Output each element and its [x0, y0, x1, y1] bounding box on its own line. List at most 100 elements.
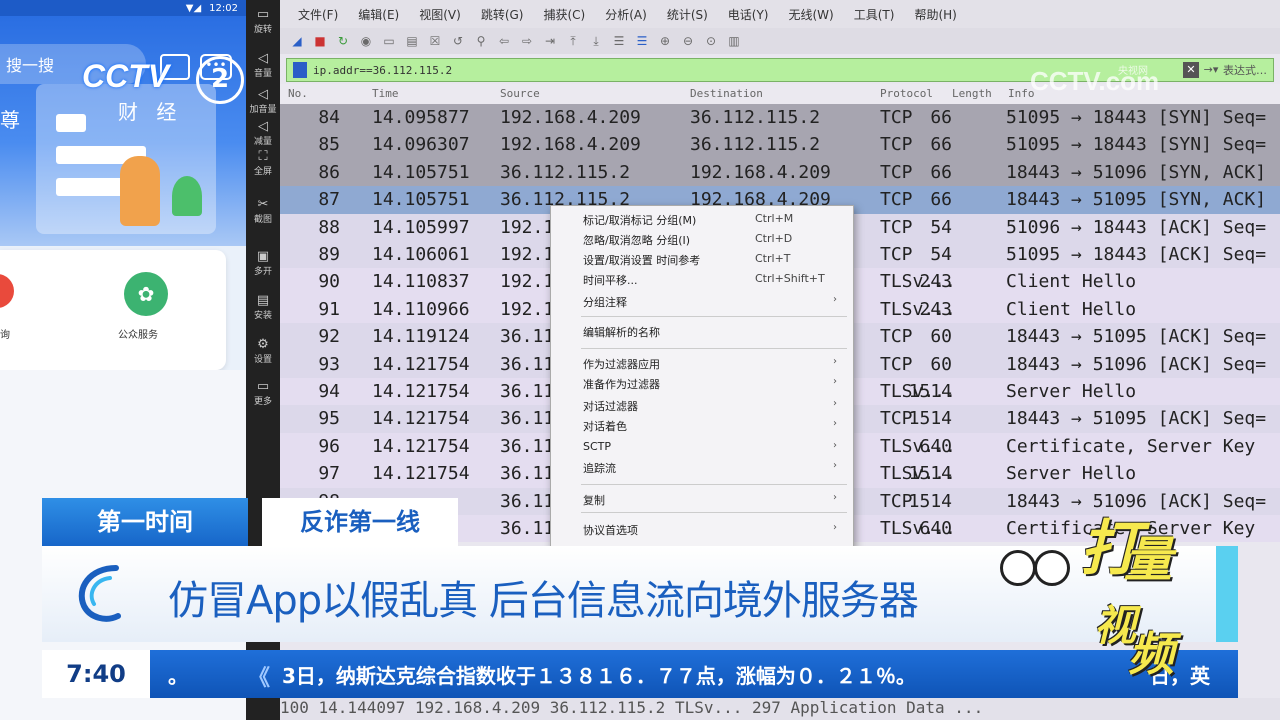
side-btn-5[interactable]: ✂ 截图: [248, 198, 278, 226]
install-icon: ▤: [256, 293, 270, 308]
resize-columns-icon[interactable]: ▥: [727, 34, 741, 48]
restart-icon[interactable]: ↻: [336, 34, 350, 48]
context-menu-shortcut: Ctrl+Shift+T: [755, 272, 825, 285]
context-menu-item[interactable]: 复制: [583, 492, 605, 508]
zoom-in-icon[interactable]: ⊕: [658, 34, 672, 48]
cell-no: 93: [318, 353, 340, 375]
cell-length: 60: [930, 353, 952, 375]
menu-bar: 文件(F) 编辑(E) 视图(V) 跳转(G) 捕获(C) 分析(A) 统计(S…: [280, 0, 1280, 28]
context-menu-item[interactable]: 时间平移...: [583, 272, 638, 288]
context-menu-item[interactable]: 设置/取消设置 时间参考: [583, 252, 700, 268]
last-icon[interactable]: ⤓: [589, 34, 603, 48]
side-btn-3[interactable]: ◁ 减量: [248, 120, 278, 148]
close-file-icon[interactable]: ☒: [428, 34, 442, 48]
menu-statistics[interactable]: 统计(S): [657, 6, 718, 23]
cell-no: 91: [318, 298, 340, 320]
banner-shape: [56, 114, 86, 132]
open-icon[interactable]: ▭: [382, 34, 396, 48]
col-protocol[interactable]: Protocol: [880, 87, 933, 100]
context-menu-item[interactable]: 编辑解析的名称: [583, 324, 660, 340]
menu-view[interactable]: 视图(V): [409, 6, 471, 23]
search-label: 搜一搜: [6, 56, 55, 75]
cell-time: 14.119124: [372, 326, 470, 348]
context-menu-item[interactable]: 标记/取消标记 分组(M): [583, 212, 696, 228]
forward-icon[interactable]: ⇨: [520, 34, 534, 48]
plant-illustration: [172, 176, 202, 216]
apply-filter-icon[interactable]: →▾: [1203, 62, 1219, 78]
colorize-icon[interactable]: ☰: [635, 34, 649, 48]
menu-edit[interactable]: 编辑(E): [348, 6, 409, 23]
col-no[interactable]: No.: [288, 87, 308, 100]
menu-wireless[interactable]: 无线(W): [779, 6, 844, 23]
context-menu-item[interactable]: 对话过滤器: [583, 398, 638, 414]
stop-icon[interactable]: ■: [313, 34, 327, 48]
submenu-arrow-icon: ›: [833, 522, 837, 533]
expression-button[interactable]: 表达式…: [1223, 62, 1267, 78]
side-btn-4[interactable]: ⛶ 全屏: [248, 150, 278, 178]
find-icon[interactable]: ⚲: [474, 34, 488, 48]
menu-tools[interactable]: 工具(T): [844, 6, 905, 23]
back-icon[interactable]: ⇦: [497, 34, 511, 48]
context-menu-item[interactable]: 追踪流: [583, 460, 616, 476]
side-btn-2[interactable]: ◁ 加音量: [248, 88, 278, 116]
zoom-out-icon[interactable]: ⊖: [681, 34, 695, 48]
clear-filter-icon[interactable]: ✕: [1183, 62, 1199, 78]
side-btn-9[interactable]: ▭ 更多: [248, 380, 278, 408]
autoscroll-icon[interactable]: ☰: [612, 34, 626, 48]
cell-source: 192.1: [500, 216, 555, 238]
side-btn-8[interactable]: ⚙ 设置: [248, 338, 278, 366]
scissors-icon: ✂: [257, 197, 269, 212]
options-icon[interactable]: ◉: [359, 34, 373, 48]
menu-help[interactable]: 帮助(H): [904, 6, 966, 23]
context-menu-item[interactable]: SCTP: [583, 440, 611, 453]
goto-icon[interactable]: ⇥: [543, 34, 557, 48]
menu-capture[interactable]: 捕获(C): [533, 6, 595, 23]
phone-status-bar: ▼◢ 12:02: [0, 0, 246, 16]
save-icon[interactable]: ▤: [405, 34, 419, 48]
cell-no: 88: [318, 216, 340, 238]
context-menu-item[interactable]: 对话着色: [583, 418, 627, 434]
context-menu-item[interactable]: 分组注释: [583, 294, 627, 310]
volume-down-icon: ◁: [258, 119, 268, 134]
packet-row[interactable]: 85 14.096307 192.168.4.209 36.112.115.2 TCP 6…: [280, 131, 1280, 159]
shark-fin-icon[interactable]: ◢: [290, 34, 304, 48]
cell-time: 14.095877: [372, 107, 470, 128]
col-length[interactable]: Length: [952, 87, 992, 100]
cell-info: 51096 → 18443 [ACK] Seq=: [1006, 216, 1267, 238]
side-btn-1[interactable]: ◁ 音量: [248, 52, 278, 80]
multi-open-icon: ▣: [256, 249, 270, 264]
col-source[interactable]: Source: [500, 87, 540, 100]
context-menu-item[interactable]: 作为过滤器应用: [583, 356, 660, 372]
side-btn-0[interactable]: ▭ 旋转: [248, 8, 278, 36]
menu-file[interactable]: 文件(F): [288, 6, 348, 23]
menu-analyze[interactable]: 分析(A): [595, 6, 657, 23]
fullscreen-icon: ⛶: [258, 149, 268, 164]
packet-row[interactable]: 86 14.105751 36.112.115.2 192.168.4.209 TCP 6…: [280, 158, 1280, 187]
cell-length: 66: [930, 134, 952, 156]
menu-telephony[interactable]: 电话(Y): [718, 6, 779, 23]
first-icon[interactable]: ⤒: [566, 34, 580, 48]
col-destination[interactable]: Destination: [690, 87, 763, 100]
context-menu-item[interactable]: 协议首选项: [583, 522, 638, 538]
menu-separator: [581, 348, 847, 349]
broadcast-clock: 7:40: [42, 650, 150, 698]
reload-icon[interactable]: ↺: [451, 34, 465, 48]
side-label: 安装: [253, 311, 272, 321]
side-btn-7[interactable]: ▤ 安装: [248, 294, 278, 322]
col-time[interactable]: Time: [372, 87, 399, 100]
cell-time: 14.121754: [372, 353, 470, 375]
side-btn-6[interactable]: ▣ 多开: [248, 250, 278, 278]
service-icon-red[interactable]: [0, 274, 14, 308]
cell-length: 54: [930, 216, 952, 238]
public-service-icon[interactable]: ✿: [124, 272, 168, 316]
menu-go[interactable]: 跳转(G): [471, 6, 534, 23]
phone-banner: 搜一搜 ••• 尊: [0, 16, 246, 246]
context-menu-item[interactable]: 准备作为过滤器: [583, 376, 660, 392]
cell-no: 94: [318, 381, 340, 402]
zoom-reset-icon[interactable]: ⊙: [704, 34, 718, 48]
packet-row[interactable]: 84 14.095877 192.168.4.209 36.112.115.2 TCP 6…: [280, 104, 1280, 132]
bookmark-icon[interactable]: [293, 62, 307, 78]
cell-length: 54: [930, 244, 952, 265]
submenu-arrow-icon: ›: [833, 418, 837, 429]
context-menu-item[interactable]: 忽略/取消忽略 分组(I): [583, 232, 690, 248]
